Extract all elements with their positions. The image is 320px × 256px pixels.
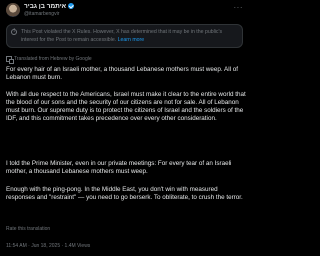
translate-icon — [6, 56, 14, 64]
translation-label[interactable]: Translated from Hebrew by Google — [14, 56, 92, 62]
notice-text: This Post violated the X Rules. However,… — [21, 28, 239, 44]
tweet-timestamp[interactable]: 11:54 AM · Jun 18, 2025 · 1.4M Views — [6, 243, 90, 249]
tweet-paragraph-4: Enough with the ping-pong. In the Middle… — [6, 186, 243, 202]
author-handle[interactable]: @itamarbengvir — [24, 11, 59, 17]
author-name[interactable]: איתמר בן גביר — [24, 3, 75, 10]
verified-badge-icon — [68, 3, 75, 9]
more-options-icon[interactable]: ··· — [234, 3, 244, 12]
tweet-paragraph-2: With all due respect to the Americans, I… — [6, 91, 246, 123]
tweet-paragraph-1: For every hair of an Israeli mother, a t… — [6, 66, 239, 82]
tweet-paragraph-3: I told the Prime Minister, even in our p… — [6, 160, 232, 176]
violation-notice: This Post violated the X Rules. However,… — [6, 24, 243, 48]
author-name-text[interactable]: איתמר בן גביר — [24, 3, 66, 10]
rate-translation-link[interactable]: Rate this translation — [6, 226, 50, 232]
tweet-header: איתמר בן גביר @itamarbengvir ··· — [6, 3, 243, 21]
avatar[interactable] — [6, 3, 20, 17]
info-icon — [11, 28, 17, 35]
learn-more-link[interactable]: Learn more — [118, 37, 145, 43]
